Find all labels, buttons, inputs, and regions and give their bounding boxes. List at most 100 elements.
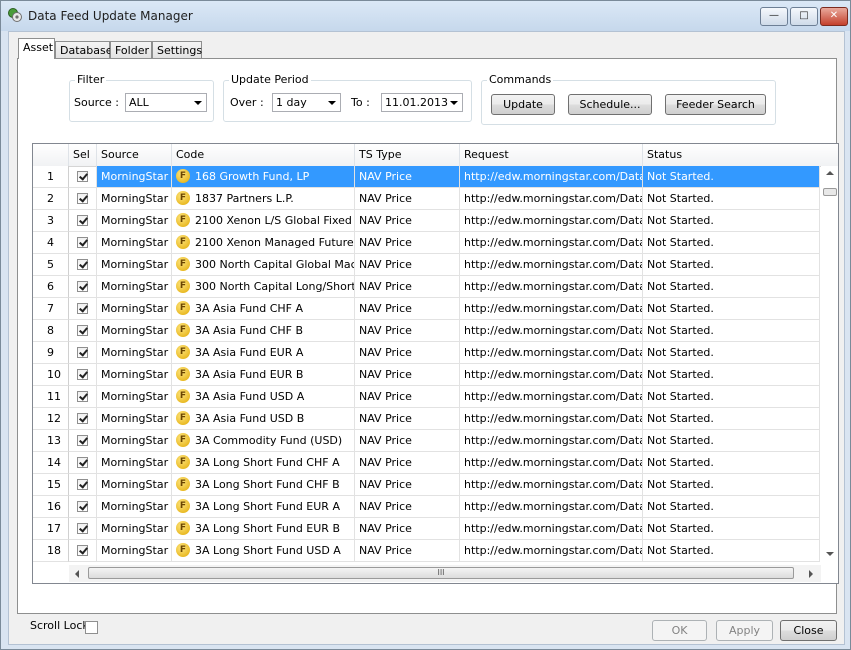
row-number: 4 [33,232,69,254]
status-cell: Not Started. [643,540,820,562]
sel-cell[interactable] [69,452,97,474]
sel-cell[interactable] [69,408,97,430]
apply-button[interactable]: Apply [716,620,773,641]
ok-button[interactable]: OK [652,620,707,641]
sel-cell[interactable] [69,166,97,188]
title-bar[interactable]: Data Feed Update Manager — □ ✕ [1,1,850,31]
filter-group: Filter Source : ALL [69,73,214,122]
scroll-right-icon[interactable] [809,570,813,578]
table-row[interactable]: 12 MorningStar F 3A Asia Fund USD B NAV Pric… [33,408,820,430]
table-row[interactable]: 7 MorningStar F 3A Asia Fund CHF A NAV Price… [33,298,820,320]
asset-grid[interactable]: Sel Source Code TS Type Request Status 1… [32,143,839,584]
table-row[interactable]: 5 MorningStar F 300 North Capital Global Ma… [33,254,820,276]
column-header-status[interactable]: Status [643,144,838,166]
sel-checkbox[interactable] [77,281,88,292]
sel-checkbox[interactable] [77,237,88,248]
sel-checkbox[interactable] [77,193,88,204]
asset-tab-panel: Filter Source : ALL Update Period Over :… [17,58,839,634]
tab-settings[interactable]: Settings [152,41,202,58]
column-header-ts-type[interactable]: TS Type [355,144,460,166]
sel-cell[interactable] [69,320,97,342]
sel-cell[interactable] [69,518,97,540]
sel-checkbox[interactable] [77,457,88,468]
sel-checkbox[interactable] [77,259,88,270]
scroll-up-icon[interactable] [826,171,834,175]
vertical-scrollbar[interactable] [821,166,838,563]
table-row[interactable]: 9 MorningStar F 3A Asia Fund EUR A NAV Price… [33,342,820,364]
sel-checkbox[interactable] [77,523,88,534]
column-header-sel[interactable]: Sel [69,144,97,166]
to-date-picker[interactable]: 11.01.2013 [381,93,463,112]
sel-checkbox[interactable] [77,325,88,336]
sel-cell[interactable] [69,474,97,496]
sel-cell[interactable] [69,342,97,364]
sel-cell[interactable] [69,276,97,298]
sel-checkbox[interactable] [77,545,88,556]
table-row[interactable]: 16 MorningStar F 3A Long Short Fund EUR A NA… [33,496,820,518]
source-cell: MorningStar [97,518,172,540]
sel-checkbox[interactable] [77,303,88,314]
source-cell: MorningStar [97,386,172,408]
feeder-search-button[interactable]: Feeder Search [665,94,766,115]
update-button[interactable]: Update [491,94,555,115]
scroll-lock-checkbox[interactable] [85,621,98,634]
sel-cell[interactable] [69,298,97,320]
ts-type-cell: NAV Price [355,452,460,474]
tab-database[interactable]: Database [55,41,113,58]
tab-folder[interactable]: Folder [110,41,152,58]
table-row[interactable]: 6 MorningStar F 300 North Capital Long/Shor… [33,276,820,298]
sel-cell[interactable] [69,232,97,254]
table-row[interactable]: 15 MorningStar F 3A Long Short Fund CHF B NA… [33,474,820,496]
sel-cell[interactable] [69,364,97,386]
tab-asset[interactable]: Asset [18,38,55,59]
table-row[interactable]: 11 MorningStar F 3A Asia Fund USD A NAV Pric… [33,386,820,408]
sel-checkbox[interactable] [77,171,88,182]
scroll-left-icon[interactable] [75,570,79,578]
column-header-source[interactable]: Source [97,144,172,166]
sel-checkbox[interactable] [77,369,88,380]
sel-cell[interactable] [69,540,97,562]
sel-checkbox[interactable] [77,501,88,512]
sel-cell[interactable] [69,496,97,518]
source-cell: MorningStar [97,320,172,342]
close-button[interactable]: Close [780,620,837,641]
sel-checkbox[interactable] [77,347,88,358]
sel-cell[interactable] [69,254,97,276]
sel-cell[interactable] [69,430,97,452]
ts-type-cell: NAV Price [355,254,460,276]
table-row[interactable]: 1 MorningStar F 168 Growth Fund, LP NAV Pric… [33,166,820,188]
table-row[interactable]: 4 MorningStar F 2100 Xenon Managed Futures.… [33,232,820,254]
table-row[interactable]: 14 MorningStar F 3A Long Short Fund CHF A NA… [33,452,820,474]
sel-cell[interactable] [69,386,97,408]
source-cell: MorningStar [97,408,172,430]
maximize-button[interactable]: □ [790,7,818,26]
sel-checkbox[interactable] [77,391,88,402]
chevron-down-icon [328,101,336,105]
schedule-button[interactable]: Schedule... [568,94,652,115]
over-select[interactable]: 1 day [272,93,341,112]
table-row[interactable]: 13 MorningStar F 3A Commodity Fund (USD) NAV… [33,430,820,452]
table-row[interactable]: 17 MorningStar F 3A Long Short Fund EUR B NA… [33,518,820,540]
code-text: 168 Growth Fund, LP [195,170,310,183]
table-row[interactable]: 8 MorningStar F 3A Asia Fund CHF B NAV Price… [33,320,820,342]
request-cell: http://edw.morningstar.com/DataOu [460,408,643,430]
minimize-button[interactable]: — [760,7,788,26]
table-row[interactable]: 18 MorningStar F 3A Long Short Fund USD A NA… [33,540,820,562]
scroll-down-icon[interactable] [826,552,834,556]
horizontal-scrollbar[interactable]: III [69,565,821,582]
source-select[interactable]: ALL [125,93,207,112]
table-row[interactable]: 3 MorningStar F 2100 Xenon L/S Global Fixed… [33,210,820,232]
sel-checkbox[interactable] [77,413,88,424]
sel-cell[interactable] [69,188,97,210]
sel-checkbox[interactable] [77,435,88,446]
table-row[interactable]: 10 MorningStar F 3A Asia Fund EUR B NAV Pric… [33,364,820,386]
column-header-request[interactable]: Request [460,144,643,166]
sel-checkbox[interactable] [77,215,88,226]
vertical-scroll-thumb[interactable] [823,188,837,196]
table-row[interactable]: 2 MorningStar F 1837 Partners L.P. NAV Price… [33,188,820,210]
column-header-code[interactable]: Code [172,144,355,166]
sel-checkbox[interactable] [77,479,88,490]
horizontal-scroll-thumb[interactable]: III [88,567,794,579]
sel-cell[interactable] [69,210,97,232]
close-window-button[interactable]: ✕ [820,7,848,26]
